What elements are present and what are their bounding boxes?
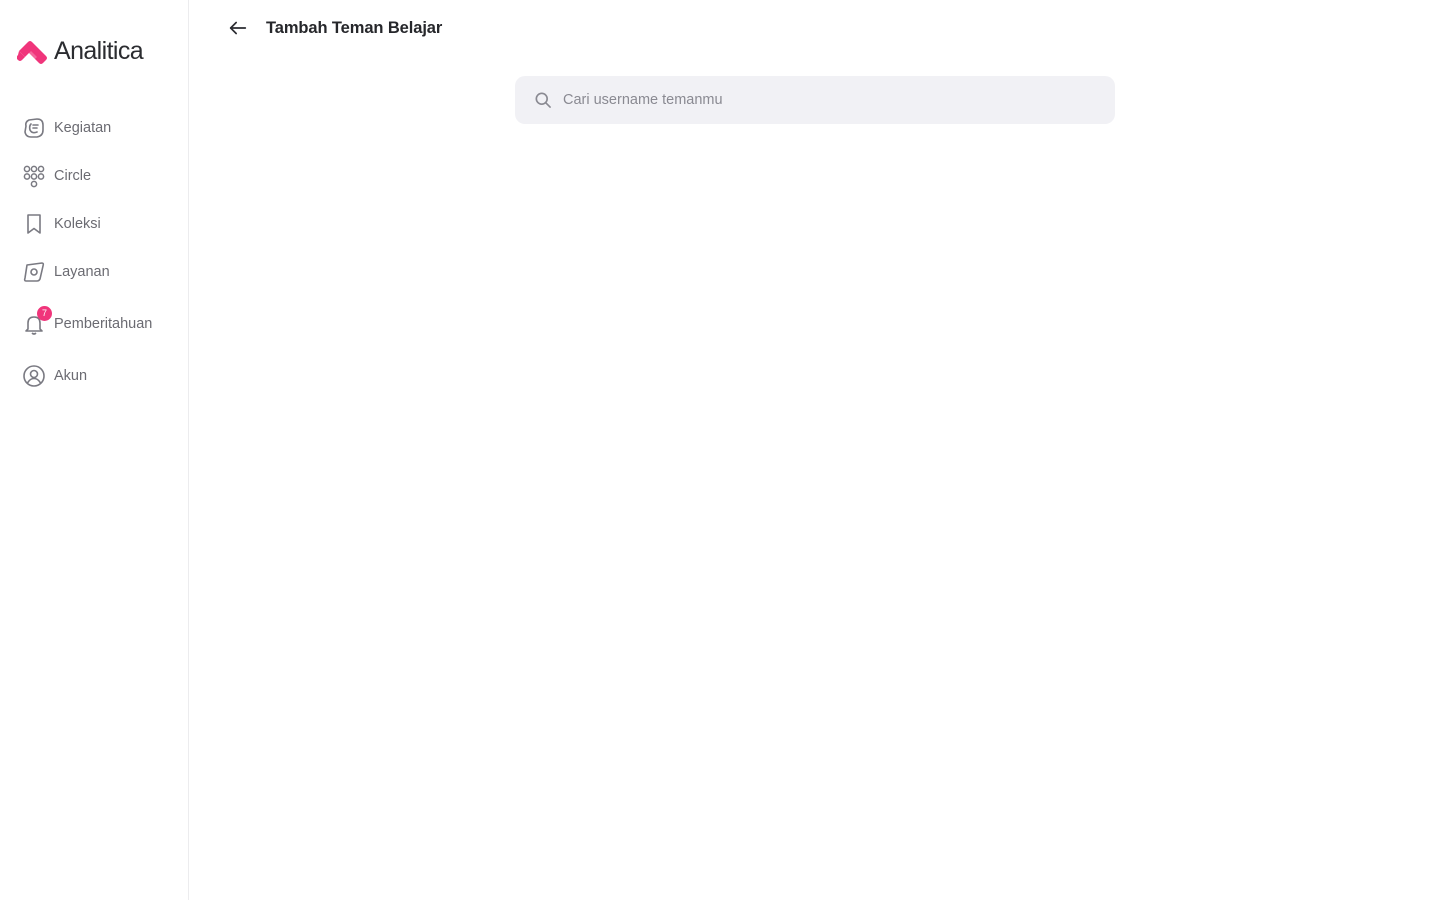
sidebar-item-koleksi[interactable]: Koleksi — [22, 210, 101, 238]
arrow-left-icon — [229, 21, 247, 35]
sidebar-item-label: Kegiatan — [54, 120, 112, 136]
search-icon — [535, 92, 551, 108]
user-icon — [22, 364, 46, 388]
sidebar-item-label: Akun — [54, 368, 88, 384]
sidebar-item-akun[interactable]: Akun — [22, 362, 87, 390]
sidebar: Analitica Kegiatan Circle Koleksi Layana… — [0, 0, 189, 900]
sidebar-item-label: Layanan — [54, 264, 110, 280]
brand-logo-link[interactable]: Analitica — [17, 36, 144, 66]
circle-group-icon — [22, 164, 46, 188]
activity-icon — [22, 116, 46, 140]
notification-badge: 7 — [37, 306, 52, 321]
sidebar-item-pemberitahuan[interactable]: 7 Pemberitahuan — [22, 306, 153, 338]
sidebar-item-label: Koleksi — [54, 216, 101, 232]
bell-icon: 7 — [22, 306, 52, 336]
sidebar-item-layanan[interactable]: Layanan — [22, 258, 110, 286]
search-bar[interactable] — [515, 76, 1115, 124]
page-header: Tambah Teman Belajar — [226, 14, 442, 42]
brand-name: Analitica — [54, 36, 144, 65]
page-title: Tambah Teman Belajar — [266, 18, 443, 37]
app: Analitica Kegiatan Circle Koleksi Layana… — [0, 0, 1440, 900]
sidebar-item-circle[interactable]: Circle — [22, 162, 91, 190]
analitica-logo-icon — [17, 41, 47, 64]
sidebar-item-kegiatan[interactable]: Kegiatan — [22, 114, 111, 142]
sidebar-item-label: Circle — [54, 168, 92, 184]
sidebar-item-label: Pemberitahuan — [54, 316, 153, 332]
compass-icon — [22, 260, 46, 284]
bookmark-icon — [22, 212, 46, 236]
search-input[interactable] — [563, 76, 1115, 124]
back-button[interactable] — [226, 16, 250, 40]
